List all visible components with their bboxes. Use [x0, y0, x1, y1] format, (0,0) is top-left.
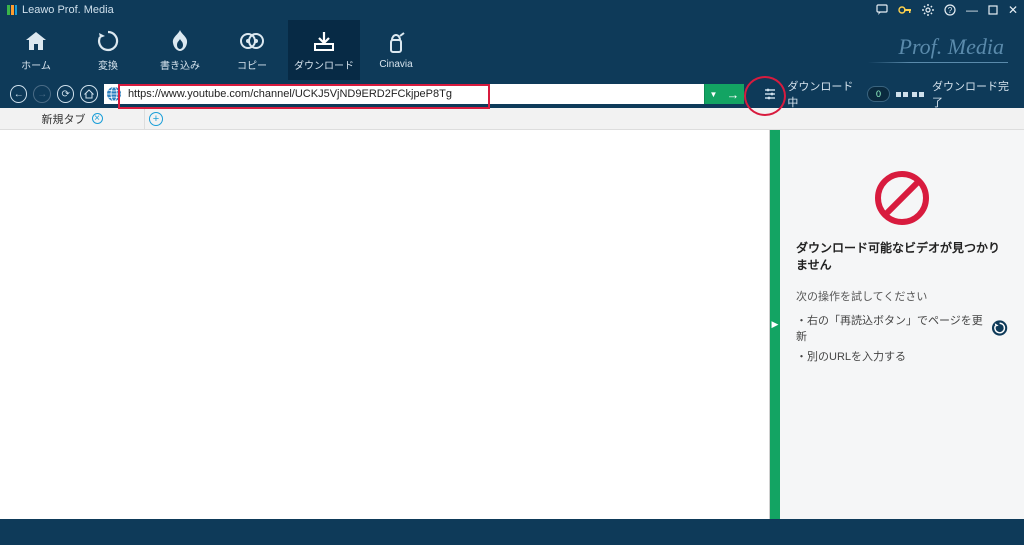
copy-icon	[240, 29, 264, 53]
content-area: ▶ ダウンロード可能なビデオが見つかりません 次の操作を試してください ・右の「…	[0, 130, 1024, 519]
nav-burn[interactable]: 書き込み	[144, 20, 216, 80]
feedback-icon[interactable]	[876, 4, 888, 16]
key-icon[interactable]	[898, 4, 912, 16]
convert-icon	[96, 29, 120, 53]
footer-bar	[0, 519, 1024, 545]
panel-heading: ダウンロード可能なビデオが見つかりません	[796, 240, 1008, 274]
nav-download[interactable]: ダウンロード	[288, 20, 360, 80]
brand-underline	[868, 62, 1008, 63]
panel-line2-row: ・別のURLを入力する	[796, 348, 1008, 364]
browser-pane	[0, 130, 770, 519]
panel-line1-row: ・右の「再読込ボタン」でページを更新	[796, 312, 1008, 344]
filter-icon[interactable]	[762, 86, 777, 102]
nav-convert[interactable]: 変換	[72, 20, 144, 80]
add-tab-button[interactable]: +	[149, 112, 163, 126]
home-button[interactable]	[80, 85, 97, 103]
tab-label: 新規タブ	[42, 111, 86, 127]
panel-line1: ・右の「再読込ボタン」でページを更新	[796, 312, 985, 344]
brand-text: Prof. Media	[899, 34, 1005, 60]
go-button[interactable]: →	[722, 84, 744, 104]
nav-cinavia[interactable]: Cinavia	[360, 20, 432, 80]
reload-button[interactable]: ⟳	[57, 85, 74, 103]
svg-text:?: ?	[948, 6, 953, 15]
browser-navbar: ← → ⟳ ▼ → ダウンロード中 0 ダウンロード完了	[0, 80, 1024, 108]
download-done-label[interactable]: ダウンロード完了	[932, 78, 1016, 110]
downloading-status[interactable]: ダウンロード中 0	[787, 78, 890, 110]
tab-close-icon[interactable]: ×	[92, 113, 103, 124]
burn-icon	[168, 29, 192, 53]
globe-icon	[104, 84, 124, 104]
maximize-button[interactable]	[988, 5, 998, 15]
url-dropdown[interactable]: ▼	[704, 84, 722, 104]
nav-convert-label: 変換	[98, 57, 118, 72]
main-toolbar: ホーム 変換 書き込み コピー ダウンロード Cinavia Prof. Med…	[0, 20, 1024, 80]
side-panel: ダウンロード可能なビデオが見つかりません 次の操作を試してください ・右の「再読…	[780, 130, 1024, 519]
nav-download-label: ダウンロード	[294, 57, 354, 72]
titlebar: Leawo Prof. Media ? — ✕	[0, 0, 1024, 20]
nav-copy[interactable]: コピー	[216, 20, 288, 80]
no-video-icon	[874, 170, 930, 226]
minimize-button[interactable]: —	[966, 3, 978, 17]
downloading-count: 0	[867, 86, 890, 102]
panel-refresh-icon[interactable]	[991, 319, 1008, 337]
forward-button[interactable]: →	[33, 85, 50, 103]
back-button[interactable]: ←	[10, 85, 27, 103]
tab-new[interactable]: 新規タブ ×	[0, 108, 145, 129]
home-icon	[24, 29, 48, 53]
grid-icon[interactable]	[896, 92, 924, 97]
help-icon[interactable]: ?	[944, 4, 956, 16]
app-title: Leawo Prof. Media	[22, 4, 114, 16]
panel-line2: ・別のURLを入力する	[796, 348, 906, 364]
settings-icon[interactable]	[922, 4, 934, 16]
close-button[interactable]: ✕	[1008, 3, 1018, 17]
download-icon	[312, 29, 336, 53]
nav-home-label: ホーム	[21, 57, 51, 72]
sidepanel-collapse-handle[interactable]: ▶	[770, 130, 780, 519]
nav-cinavia-label: Cinavia	[379, 59, 412, 70]
app-logo-icon	[6, 4, 18, 16]
panel-hint: 次の操作を試してください	[796, 288, 1008, 304]
url-input[interactable]	[124, 84, 704, 104]
nav-burn-label: 書き込み	[160, 57, 200, 72]
url-bar: ▼ →	[104, 84, 744, 104]
nav-home[interactable]: ホーム	[0, 20, 72, 80]
downloading-label: ダウンロード中	[787, 78, 861, 110]
nav-copy-label: コピー	[237, 57, 267, 72]
cinavia-icon	[384, 31, 408, 55]
tabs-row: 新規タブ × +	[0, 108, 1024, 130]
